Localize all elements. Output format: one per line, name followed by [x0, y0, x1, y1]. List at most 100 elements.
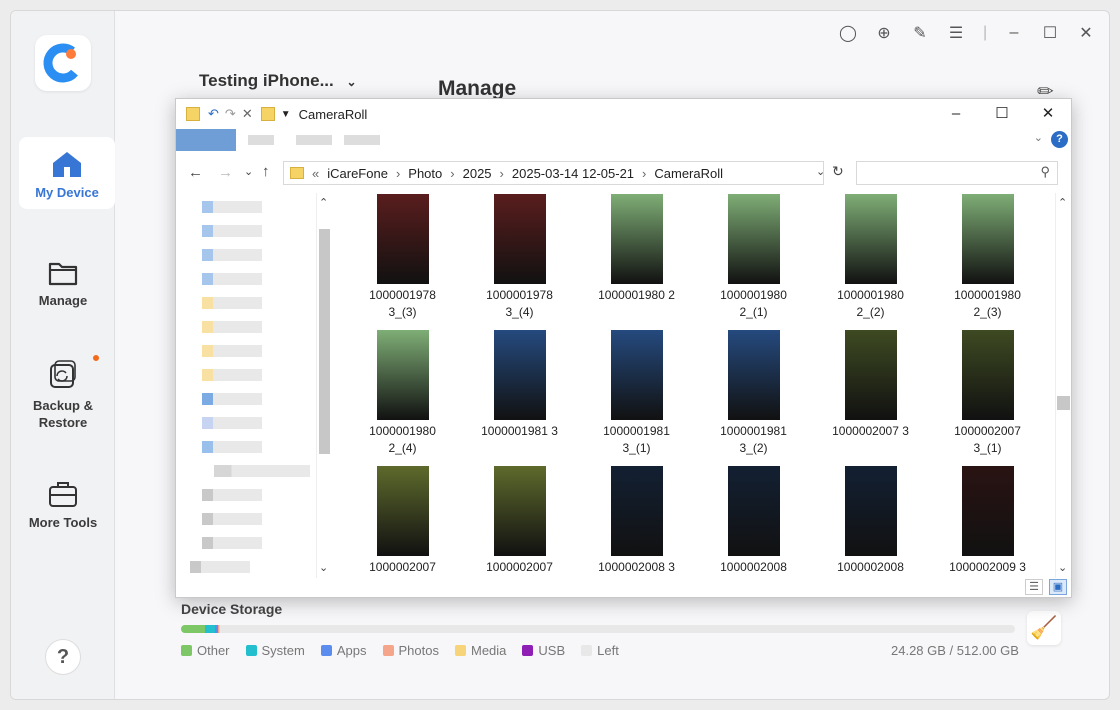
- tree-item[interactable]: [202, 489, 262, 501]
- file-item[interactable]: 1000001981 3_(2): [695, 330, 812, 466]
- address-row: ← → ⌄ ↑ « iCareFone › Photo › 2025 › 2025-03-1…: [176, 161, 1073, 187]
- storage-legend: Other System Apps Photos Media USB Left: [181, 643, 619, 658]
- legend-swatch: [245, 645, 257, 656]
- sidebar-item-my-device[interactable]: My Device: [19, 137, 115, 209]
- photo-thumbnail: [844, 330, 897, 420]
- chevron-down-icon[interactable]: ⌄: [244, 165, 253, 178]
- breadcrumb-separator[interactable]: ›: [450, 166, 454, 181]
- breadcrumb-separator[interactable]: ›: [642, 166, 646, 181]
- breadcrumb-item[interactable]: CameraRoll: [654, 166, 723, 181]
- file-item[interactable]: 1000002007: [344, 466, 461, 602]
- tree-item[interactable]: [202, 537, 262, 549]
- minimize-icon[interactable]: –: [1005, 24, 1023, 42]
- breadcrumb[interactable]: « iCareFone › Photo › 2025 › 2025-03-14 12-05-…: [283, 161, 824, 185]
- file-item[interactable]: 1000001980 2_(1): [695, 194, 812, 330]
- sidebar-item-backup-restore[interactable]: Backup & Restore: [11, 353, 115, 431]
- sidebar-item-more-tools[interactable]: More Tools: [11, 479, 115, 530]
- tree-item[interactable]: [202, 297, 262, 309]
- explorer-minimize-button[interactable]: –: [933, 99, 979, 129]
- file-item[interactable]: 1000001981 3_(1): [578, 330, 695, 466]
- breadcrumb-separator[interactable]: ›: [396, 166, 400, 181]
- large-icons-view-icon[interactable]: ▣: [1049, 579, 1067, 595]
- file-item[interactable]: 1000002007 3: [812, 330, 929, 466]
- file-name: 1000001978 3_(3): [369, 288, 436, 319]
- legend-label: System: [261, 643, 305, 658]
- help-button[interactable]: ?: [45, 639, 81, 675]
- tree-item[interactable]: [190, 561, 250, 573]
- sidebar-item-label: Backup & Restore: [33, 398, 93, 430]
- folder-icon: [260, 107, 275, 121]
- nav-scrollbar[interactable]: ⌃ ⌄: [316, 193, 332, 578]
- legend-item: Other: [181, 643, 230, 658]
- file-item[interactable]: 1000002008 3: [578, 466, 695, 602]
- file-item[interactable]: 1000002007 3_(1): [929, 330, 1046, 466]
- tree-item[interactable]: [202, 417, 262, 429]
- breadcrumb-item[interactable]: iCareFone: [327, 166, 388, 181]
- file-item[interactable]: 1000001980 2_(4): [344, 330, 461, 466]
- help-icon[interactable]: ?: [1051, 131, 1068, 148]
- up-arrow-icon[interactable]: ↑: [262, 163, 270, 180]
- file-item[interactable]: 1000002008: [812, 466, 929, 602]
- file-item[interactable]: 1000001981 3: [461, 330, 578, 466]
- device-selector[interactable]: Testing iPhone... ⌄: [199, 71, 357, 91]
- user-icon[interactable]: ◯: [839, 23, 857, 43]
- file-name: 1000001978 3_(4): [486, 288, 553, 319]
- maximize-icon[interactable]: ☐: [1041, 23, 1059, 43]
- tree-item[interactable]: [202, 441, 262, 453]
- breadcrumb-item[interactable]: Photo: [408, 166, 442, 181]
- breadcrumb-item[interactable]: 2025-03-14 12-05-21: [512, 166, 634, 181]
- broom-clean-icon[interactable]: 🧹: [1027, 611, 1061, 645]
- sidebar-item-label: More Tools: [28, 515, 98, 530]
- legend-label: Photos: [398, 643, 439, 658]
- legend-swatch: [181, 645, 192, 656]
- ribbon-tab-file[interactable]: [176, 129, 236, 151]
- explorer-close-button[interactable]: ✕: [1025, 99, 1071, 129]
- folder-tree[interactable]: [176, 193, 316, 573]
- ribbon-tab[interactable]: [344, 135, 380, 145]
- undo-icon[interactable]: ↶: [208, 106, 219, 122]
- content-scrollbar[interactable]: ⌃ ⌄: [1055, 193, 1071, 578]
- tree-item[interactable]: [202, 393, 262, 405]
- back-arrow-icon[interactable]: ←: [188, 164, 203, 181]
- forward-arrow-icon[interactable]: →: [218, 164, 233, 181]
- file-item[interactable]: 1000001980 2: [578, 194, 695, 330]
- navigation-pane: ⌃ ⌄: [176, 193, 336, 593]
- menu-icon[interactable]: ☰: [947, 23, 965, 43]
- feedback-icon[interactable]: ✎: [911, 23, 929, 43]
- file-item[interactable]: 1000002008: [695, 466, 812, 602]
- chevron-down-icon[interactable]: ⌄: [816, 165, 825, 178]
- refresh-icon[interactable]: ↻: [832, 163, 844, 180]
- tree-item[interactable]: [202, 369, 262, 381]
- storage-segment: [181, 625, 206, 633]
- explorer-maximize-button[interactable]: ☐: [979, 99, 1025, 129]
- breadcrumb-separator[interactable]: ›: [500, 166, 504, 181]
- file-item[interactable]: 1000001978 3_(3): [344, 194, 461, 330]
- redo-icon[interactable]: ↷: [225, 106, 236, 122]
- tree-item[interactable]: [214, 465, 310, 477]
- file-item[interactable]: 1000002007: [461, 466, 578, 602]
- chevron-down-icon[interactable]: ▼: [281, 109, 291, 120]
- tree-item[interactable]: [202, 273, 262, 285]
- ribbon-tab[interactable]: [248, 135, 274, 145]
- sidebar-item-manage[interactable]: Manage: [11, 259, 115, 308]
- file-item[interactable]: 1000001980 2_(2): [812, 194, 929, 330]
- tree-item[interactable]: [202, 225, 262, 237]
- file-item[interactable]: 1000001980 2_(3): [929, 194, 1046, 330]
- tree-item[interactable]: [202, 201, 262, 213]
- file-item[interactable]: 1000001978 3_(4): [461, 194, 578, 330]
- close-icon[interactable]: ✕: [1077, 23, 1095, 43]
- file-name: 1000002008: [837, 560, 904, 574]
- search-input[interactable]: ⚲: [856, 161, 1058, 185]
- tree-item[interactable]: [202, 249, 262, 261]
- breadcrumb-item[interactable]: 2025: [463, 166, 492, 181]
- tree-item[interactable]: [202, 345, 262, 357]
- storage-segment: [219, 625, 221, 633]
- badge-dot: [91, 353, 101, 363]
- ribbon-tab[interactable]: [296, 135, 332, 145]
- tree-item[interactable]: [202, 321, 262, 333]
- download-icon[interactable]: ⊕: [875, 23, 893, 43]
- details-view-icon[interactable]: ☰: [1025, 579, 1043, 595]
- tree-item[interactable]: [202, 513, 262, 525]
- chevron-down-icon[interactable]: ⌄: [1034, 131, 1043, 144]
- delete-icon[interactable]: ✕: [242, 106, 253, 122]
